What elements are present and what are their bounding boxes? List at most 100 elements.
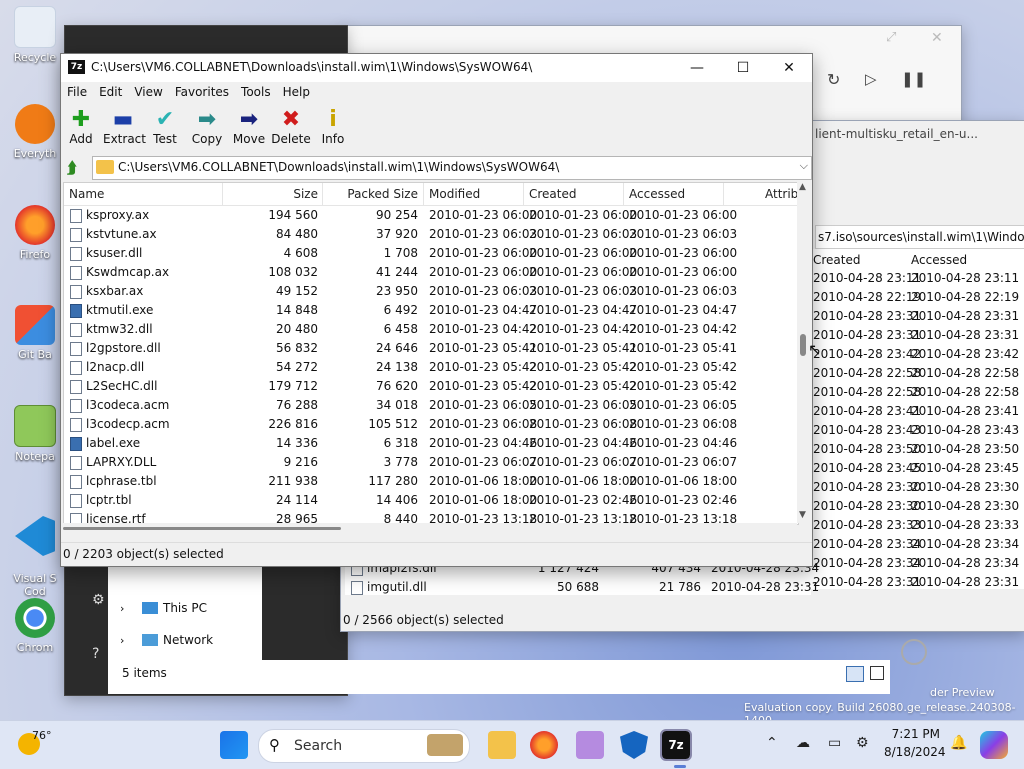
clock-time[interactable]: 7:21 PM (884, 727, 940, 741)
menu-edit[interactable]: Edit (93, 82, 128, 99)
notepad-taskbar-icon[interactable] (576, 731, 604, 759)
menu-tools[interactable]: Tools (235, 82, 277, 99)
file-explorer-taskbar-icon[interactable] (488, 731, 516, 759)
bg-address-box[interactable]: s7.iso\sources\install.wim\1\Windows\S (815, 225, 1024, 249)
details-view-icon[interactable] (846, 666, 864, 682)
table-row[interactable]: label.exe 14 336 6 318 2010-01-23 04:46 2010… (64, 434, 798, 453)
horizontal-scrollbar[interactable] (63, 523, 797, 533)
copy-button[interactable]: ➡ Copy (187, 108, 227, 147)
minimize-button[interactable]: — (674, 54, 720, 82)
refresh-icon[interactable]: ↻ (827, 70, 840, 89)
add-button[interactable]: ✚ Add (61, 108, 101, 147)
firefox-taskbar-icon[interactable] (530, 731, 558, 759)
extract-button[interactable]: ▬ Extract (103, 108, 146, 147)
bg-table-row[interactable]: 2010-04-28 23:43 2010-04-28 23:43 (811, 421, 1024, 440)
table-row[interactable]: ksxbar.ax 49 152 23 950 2010-01-23 06:03 201… (64, 282, 798, 301)
nav-item-this-pc[interactable]: This PC (163, 601, 207, 615)
bg-table-row[interactable]: 2010-04-28 23:11 2010-04-28 23:11 (811, 269, 1024, 288)
bg-table-row[interactable]: 2010-04-28 23:31 2010-04-28 23:31 (811, 326, 1024, 345)
delete-button[interactable]: ✖ Delete (271, 108, 311, 147)
bg-table-row[interactable]: 2010-04-28 23:30 2010-04-28 23:30 (811, 497, 1024, 516)
start-button[interactable] (220, 731, 248, 759)
7zip-taskbar-icon[interactable]: 7z (660, 729, 692, 761)
desktop-icon-everything[interactable]: Everyth (6, 104, 64, 160)
column-header-size[interactable]: Size (222, 187, 318, 201)
pause-icon[interactable]: ❚❚ (901, 70, 926, 88)
table-row[interactable]: L2SecHC.dll 179 712 76 620 2010-01-23 05:42… (64, 377, 798, 396)
scroll-thumb[interactable] (800, 334, 806, 356)
desktop-icon-chrome[interactable]: Chrom (6, 598, 64, 654)
bg-table-row[interactable]: 2010-04-28 23:41 2010-04-28 23:41 (811, 402, 1024, 421)
settings-icon[interactable]: ⚙ (856, 735, 869, 751)
nav-item-network[interactable]: Network (163, 633, 213, 647)
restore-icon[interactable]: ⤢ (886, 30, 896, 45)
table-row[interactable]: Kswdmcap.ax 108 032 41 244 2010-01-23 06:00… (64, 263, 798, 282)
desktop-icon-git-bash[interactable]: Git Ba (6, 305, 64, 361)
notification-bell-icon[interactable]: 🔔 (950, 735, 967, 751)
table-row[interactable]: lcptr.tbl 24 114 14 406 2010-01-06 18:00 201… (64, 491, 798, 510)
bg-table-row[interactable]: 2010-04-28 23:30 2010-04-28 23:30 (811, 478, 1024, 497)
bg-header-created[interactable]: Created (813, 253, 861, 267)
chevron-up-icon[interactable]: ⌃ (766, 735, 778, 751)
bg-table-row[interactable]: 2010-04-28 22:19 2010-04-28 22:19 (811, 288, 1024, 307)
desktop-icon-vscode[interactable]: Visual S Cod (6, 503, 64, 611)
table-row[interactable]: ktmw32.dll 20 480 6 458 2010-01-23 04:42 201… (64, 320, 798, 339)
tiles-view-icon[interactable] (870, 666, 884, 680)
table-row[interactable]: LAPRXY.DLL 9 216 3 778 2010-01-23 06:07 2010… (64, 453, 798, 472)
bg-table-row[interactable]: 2010-04-28 23:33 2010-04-28 23:33 (811, 516, 1024, 535)
address-input[interactable]: C:\Users\VM6.COLLABNET\Downloads\install… (92, 156, 812, 180)
desktop-icon-notepad[interactable]: Notepa (6, 405, 64, 463)
column-header-name[interactable]: Name (69, 187, 104, 201)
menu-favorites[interactable]: Favorites (169, 82, 235, 99)
weather-temp[interactable]: 76° (32, 729, 52, 742)
gear-icon[interactable]: ⚙ (92, 592, 105, 608)
bg-table-row[interactable]: 2010-04-28 23:42 2010-04-28 23:42 (811, 345, 1024, 364)
bg-table-row[interactable]: 2010-04-28 22:58 2010-04-28 22:58 (811, 383, 1024, 402)
table-row[interactable]: lcphrase.tbl 211 938 117 280 2010-01-06 18:… (64, 472, 798, 491)
table-row[interactable]: l3codeca.acm 76 288 34 018 2010-01-23 06:05… (64, 396, 798, 415)
table-row[interactable]: ktmutil.exe 14 848 6 492 2010-01-23 04:47 20… (64, 301, 798, 320)
menu-file[interactable]: File (61, 82, 93, 99)
defender-shield-icon[interactable] (620, 731, 648, 759)
column-header-packed-size[interactable]: Packed Size (322, 187, 418, 201)
bg-lower-row[interactable]: imgutil.dll 50 688 21 786 2010-04-28 23:31 (345, 578, 819, 597)
test-button[interactable]: ✔ Test (145, 108, 185, 147)
chevron-down-icon[interactable]: ⌵ (800, 159, 808, 173)
bg-table-row[interactable]: 2010-04-28 23:31 2010-04-28 23:31 (811, 573, 1024, 592)
table-row[interactable]: ksproxy.ax 194 560 90 254 2010-01-23 06:00 2… (64, 206, 798, 225)
move-button[interactable]: ➡ Move (229, 108, 269, 147)
network-off-icon[interactable]: ☁ (796, 735, 810, 751)
menu-help[interactable]: Help (277, 82, 316, 99)
table-row[interactable]: ksuser.dll 4 608 1 708 2010-01-23 06:00 2010… (64, 244, 798, 263)
table-row[interactable]: kstvtune.ax 84 480 37 920 2010-01-23 06:03 2… (64, 225, 798, 244)
column-header-accessed[interactable]: Accessed (629, 187, 685, 201)
chevron-right-icon[interactable]: › (120, 602, 124, 615)
bg-table-row[interactable]: 2010-04-28 23:45 2010-04-28 23:45 (811, 459, 1024, 478)
desktop-icon-recycle-bin[interactable]: Recycle (6, 6, 64, 64)
display-icon[interactable]: ▭ (828, 735, 841, 751)
info-button[interactable]: i Info (313, 108, 353, 147)
close-icon[interactable]: ✕ (931, 30, 943, 46)
search-box[interactable]: ⚲ Search (258, 729, 470, 763)
table-row[interactable]: l2nacp.dll 54 272 24 138 2010-01-23 05:42 20… (64, 358, 798, 377)
column-header-attrib[interactable]: Attrib (765, 187, 798, 201)
clock-date[interactable]: 8/18/2024 (884, 745, 946, 759)
column-header-modified[interactable]: Modified (429, 187, 480, 201)
copilot-icon[interactable] (980, 731, 1008, 759)
settings-circle-icon[interactable] (901, 639, 927, 665)
bg-header-accessed[interactable]: Accessed (911, 253, 967, 267)
scroll-up-icon[interactable]: ▲ (799, 182, 806, 192)
bg-table-row[interactable]: 2010-04-28 22:58 2010-04-28 22:58 (811, 364, 1024, 383)
close-button[interactable]: ✕ (766, 54, 812, 82)
table-row[interactable]: l3codecp.acm 226 816 105 512 2010-01-23 06:… (64, 415, 798, 434)
play-icon[interactable]: ▷ (865, 70, 877, 88)
title-bar[interactable]: 7z C:\Users\VM6.COLLABNET\Downloads\inst… (61, 54, 812, 82)
scroll-down-icon[interactable]: ▼ (799, 510, 806, 520)
chevron-right-icon[interactable]: › (120, 634, 124, 647)
horizontal-scroll-thumb[interactable] (63, 527, 341, 530)
table-row[interactable]: l2gpstore.dll 56 832 24 646 2010-01-23 05:4… (64, 339, 798, 358)
bg-table-row[interactable]: 2010-04-28 23:50 2010-04-28 23:50 (811, 440, 1024, 459)
bg-table-row[interactable]: 2010-04-28 23:34 2010-04-28 23:34 (811, 535, 1024, 554)
bg-table-row[interactable]: 2010-04-28 23:31 2010-04-28 23:31 (811, 307, 1024, 326)
help-icon[interactable]: ? (92, 646, 99, 662)
